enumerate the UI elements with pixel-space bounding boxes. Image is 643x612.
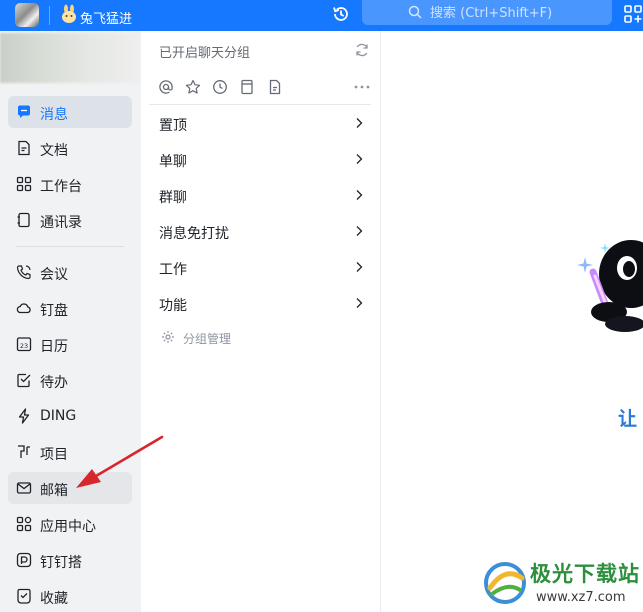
- sidebar-item-project[interactable]: 项目: [8, 436, 132, 468]
- calendar-icon: 23: [16, 337, 32, 352]
- sidebar-item-docs[interactable]: 文档: [8, 132, 132, 164]
- file-icon[interactable]: [267, 79, 283, 95]
- group-row-features[interactable]: 功能: [149, 287, 373, 319]
- sidebar-item-label: 应用中心: [40, 519, 96, 535]
- sidebar-item-todo[interactable]: 待办: [8, 364, 132, 396]
- sidebar-item-label: 钉盘: [40, 303, 68, 319]
- contacts-icon: [17, 212, 30, 228]
- sidebar-item-workbench[interactable]: 工作台: [8, 168, 132, 200]
- main-content: 让: [382, 31, 643, 612]
- sidebar-item-contacts[interactable]: 通讯录: [8, 204, 132, 236]
- mascot-illustration: [589, 240, 643, 332]
- blurred-profile-area: [0, 33, 141, 83]
- chevron-right-icon: [356, 298, 363, 308]
- search-input[interactable]: [430, 4, 600, 22]
- dingtalk-window: 兔飞猛进 消息: [0, 0, 643, 612]
- star-icon[interactable]: [185, 79, 201, 95]
- group-label: 功能: [159, 298, 187, 314]
- welcome-text: 让: [618, 408, 638, 430]
- sidebar-item-label: 收藏: [40, 591, 68, 607]
- group-label: 消息免打扰: [159, 226, 229, 242]
- refresh-icon[interactable]: [354, 42, 370, 58]
- todo-check-icon: [17, 373, 31, 388]
- sidebar-item-mail[interactable]: 邮箱: [8, 472, 132, 504]
- group-manage-label: 分组管理: [183, 332, 232, 346]
- group-row-muted[interactable]: 消息免打扰: [149, 215, 373, 247]
- watermark-logo-icon: [484, 562, 526, 604]
- sidebar: 消息 文档 工作台 通讯录 会议 钉盘 23 日历 待办 DING 项目 邮箱 …: [0, 31, 141, 612]
- sidebar-item-label: 会议: [40, 267, 68, 283]
- search-icon: [408, 5, 422, 19]
- clock-icon[interactable]: [212, 79, 228, 95]
- panel-divider: [149, 104, 371, 105]
- gear-icon: [162, 331, 174, 343]
- title-bar: 兔飞猛进: [0, 0, 643, 31]
- group-label: 群聊: [159, 190, 187, 206]
- chat-bubble-icon: [18, 105, 30, 118]
- org-name[interactable]: 兔飞猛进: [80, 8, 132, 27]
- chevron-right-icon: [356, 118, 363, 128]
- sidebar-item-calendar[interactable]: 23 日历: [8, 328, 132, 360]
- calendar-badge: 23: [20, 342, 28, 350]
- sidebar-item-label: DING: [40, 408, 77, 424]
- group-label: 工作: [159, 262, 187, 278]
- sidebar-item-label: 待办: [40, 375, 68, 391]
- group-row-group-chats[interactable]: 群聊: [149, 179, 373, 211]
- user-avatar[interactable]: [15, 3, 39, 27]
- sidebar-item-label: 工作台: [40, 179, 82, 195]
- sidebar-item-messages[interactable]: 消息: [8, 96, 132, 128]
- sidebar-item-meeting[interactable]: 会议: [8, 256, 132, 288]
- panel-title: 已开启聊天分组: [159, 46, 251, 61]
- watermark-url: www.xz7.com: [536, 590, 626, 605]
- chevron-right-icon: [356, 154, 363, 164]
- sidebar-item-drive[interactable]: 钉盘: [8, 292, 132, 324]
- group-row-work[interactable]: 工作: [149, 251, 373, 283]
- dingda-icon: [16, 552, 32, 568]
- chevron-right-icon: [356, 190, 363, 200]
- add-apps-grid-icon[interactable]: [624, 5, 642, 23]
- project-icon: [18, 445, 30, 458]
- phone-icon: [16, 265, 31, 280]
- sidebar-item-app-center[interactable]: 应用中心: [8, 508, 132, 540]
- group-label: 单聊: [159, 154, 187, 170]
- sidebar-item-label: 文档: [40, 143, 68, 159]
- chevron-right-icon: [356, 262, 363, 272]
- history-icon[interactable]: [331, 4, 351, 24]
- group-row-direct[interactable]: 单聊: [149, 143, 373, 175]
- chevron-right-icon: [356, 226, 363, 236]
- sidebar-item-dingda[interactable]: 钉钉搭: [8, 544, 132, 576]
- sidebar-item-label: 钉钉搭: [40, 555, 82, 571]
- bookmark-icon[interactable]: [239, 79, 255, 95]
- cloud-icon: [16, 303, 31, 314]
- document-icon: [18, 140, 30, 156]
- apps-grid-icon: [16, 176, 32, 192]
- more-icon[interactable]: [352, 79, 372, 95]
- title-bar-divider: [49, 6, 50, 25]
- sidebar-item-favorites[interactable]: 收藏: [8, 580, 132, 612]
- sidebar-item-label: 消息: [40, 107, 68, 123]
- favorites-icon: [17, 588, 31, 604]
- mail-icon: [16, 482, 32, 494]
- ding-bolt-icon: [18, 408, 30, 424]
- sidebar-divider: [16, 246, 124, 247]
- sidebar-item-label: 邮箱: [40, 483, 68, 499]
- rabbit-org-icon: [62, 4, 76, 23]
- sidebar-item-label: 日历: [40, 339, 68, 355]
- at-icon[interactable]: [158, 79, 174, 95]
- watermark-text: 极光下载站: [530, 562, 640, 586]
- watermark: 极光下载站 www.xz7.com: [476, 556, 643, 612]
- group-label: 置顶: [159, 118, 187, 134]
- group-row-pinned[interactable]: 置顶: [149, 107, 373, 139]
- chat-group-panel: 已开启聊天分组 置顶 单聊 群聊 消息免打扰 工作 功能 分组管理: [141, 31, 381, 612]
- sidebar-item-ding[interactable]: DING: [8, 400, 132, 432]
- sidebar-item-label: 通讯录: [40, 215, 82, 231]
- app-center-icon: [16, 516, 32, 532]
- sidebar-item-label: 项目: [40, 447, 68, 463]
